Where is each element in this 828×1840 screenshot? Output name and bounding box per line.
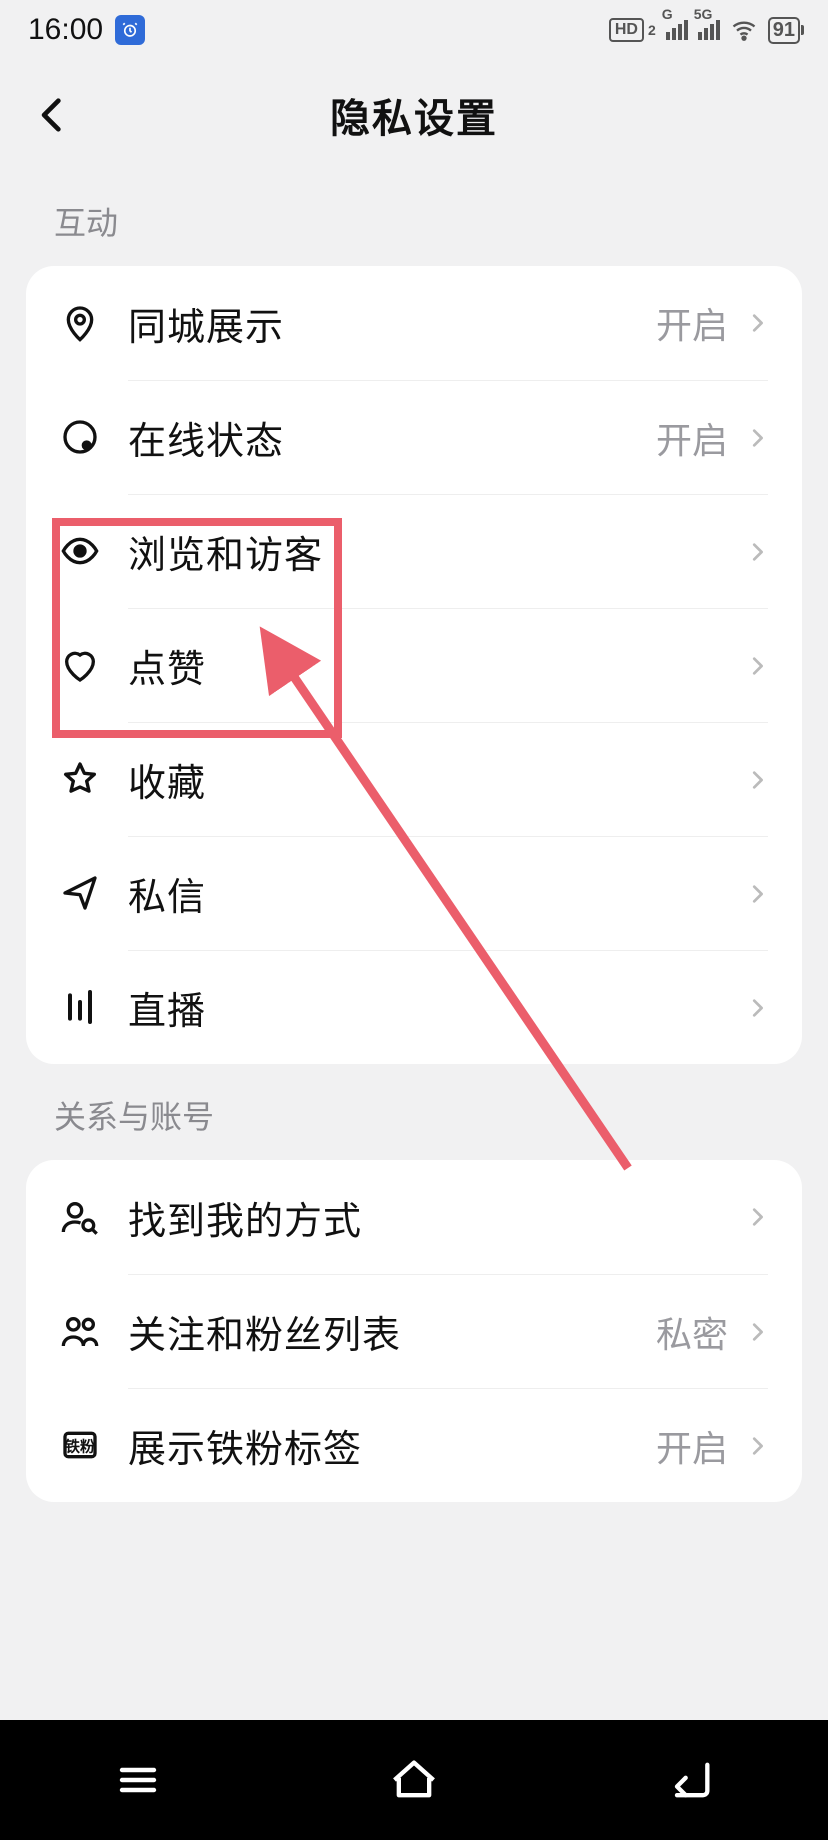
send-icon	[58, 871, 102, 915]
fan-badge-icon: 铁粉	[58, 1423, 102, 1467]
alarm-icon	[115, 15, 145, 45]
heart-icon	[58, 643, 102, 687]
row-dm[interactable]: 私信	[26, 836, 802, 950]
row-favorites[interactable]: 收藏	[26, 722, 802, 836]
row-value: 开启	[656, 412, 728, 464]
chevron-right-icon	[746, 883, 768, 905]
row-label: 直播	[128, 980, 728, 1035]
row-label: 私信	[128, 866, 728, 921]
row-label: 点赞	[128, 638, 728, 693]
chevron-right-icon	[746, 312, 768, 334]
page-title: 隐私设置	[0, 86, 828, 144]
row-likes[interactable]: 点赞	[26, 608, 802, 722]
chevron-right-icon	[746, 1435, 768, 1457]
chevron-right-icon	[746, 997, 768, 1019]
row-fan-badge[interactable]: 铁粉 展示铁粉标签 开启	[26, 1388, 802, 1502]
find-me-icon	[58, 1195, 102, 1239]
row-label: 收藏	[128, 752, 728, 807]
hd-sub: 2	[648, 22, 656, 38]
row-label: 在线状态	[128, 410, 656, 465]
location-icon	[58, 301, 102, 345]
chevron-right-icon	[746, 769, 768, 791]
battery-icon: 91	[768, 17, 800, 44]
section-header-account: 关系与账号	[0, 1064, 828, 1160]
row-online-status[interactable]: 在线状态 开启	[26, 380, 802, 494]
star-icon	[58, 757, 102, 801]
row-live[interactable]: 直播	[26, 950, 802, 1064]
online-status-icon	[58, 415, 102, 459]
section-header-interaction: 互动	[0, 170, 828, 266]
row-label: 浏览和访客	[128, 524, 728, 579]
row-label: 同城展示	[128, 296, 656, 351]
wifi-icon	[730, 16, 758, 44]
row-label: 展示铁粉标签	[128, 1418, 656, 1473]
hd-badge: HD	[609, 18, 644, 42]
status-bar: 16:00 HD 2 G 5G 91	[0, 0, 828, 60]
page-header: 隐私设置	[0, 60, 828, 170]
status-time: 16:00	[28, 13, 103, 47]
live-icon	[58, 985, 102, 1029]
row-follow-fans-list[interactable]: 关注和粉丝列表 私密	[26, 1274, 802, 1388]
row-label: 关注和粉丝列表	[128, 1304, 656, 1359]
row-value: 开启	[656, 1420, 728, 1472]
nav-back-button[interactable]	[650, 1750, 730, 1810]
nav-recent-button[interactable]	[98, 1750, 178, 1810]
nav-home-button[interactable]	[374, 1750, 454, 1810]
row-local-display[interactable]: 同城展示 开启	[26, 266, 802, 380]
system-navbar	[0, 1720, 828, 1840]
row-label: 找到我的方式	[128, 1190, 728, 1245]
signal-1-icon: G	[666, 20, 688, 40]
row-value: 私密	[656, 1306, 728, 1358]
chevron-right-icon	[746, 541, 768, 563]
card-interaction: 同城展示 开启 在线状态 开启 浏览和访客 点赞	[26, 266, 802, 1064]
card-account: 找到我的方式 关注和粉丝列表 私密 铁粉 展示铁粉标签 开启	[26, 1160, 802, 1502]
chevron-right-icon	[746, 655, 768, 677]
followers-icon	[58, 1309, 102, 1353]
signal-2-icon: 5G	[698, 20, 720, 40]
chevron-right-icon	[746, 1206, 768, 1228]
eye-icon	[58, 529, 102, 573]
chevron-right-icon	[746, 427, 768, 449]
row-value: 开启	[656, 297, 728, 349]
svg-text:铁粉: 铁粉	[65, 1438, 95, 1456]
row-browse-visitors[interactable]: 浏览和访客	[26, 494, 802, 608]
chevron-right-icon	[746, 1321, 768, 1343]
row-find-me[interactable]: 找到我的方式	[26, 1160, 802, 1274]
